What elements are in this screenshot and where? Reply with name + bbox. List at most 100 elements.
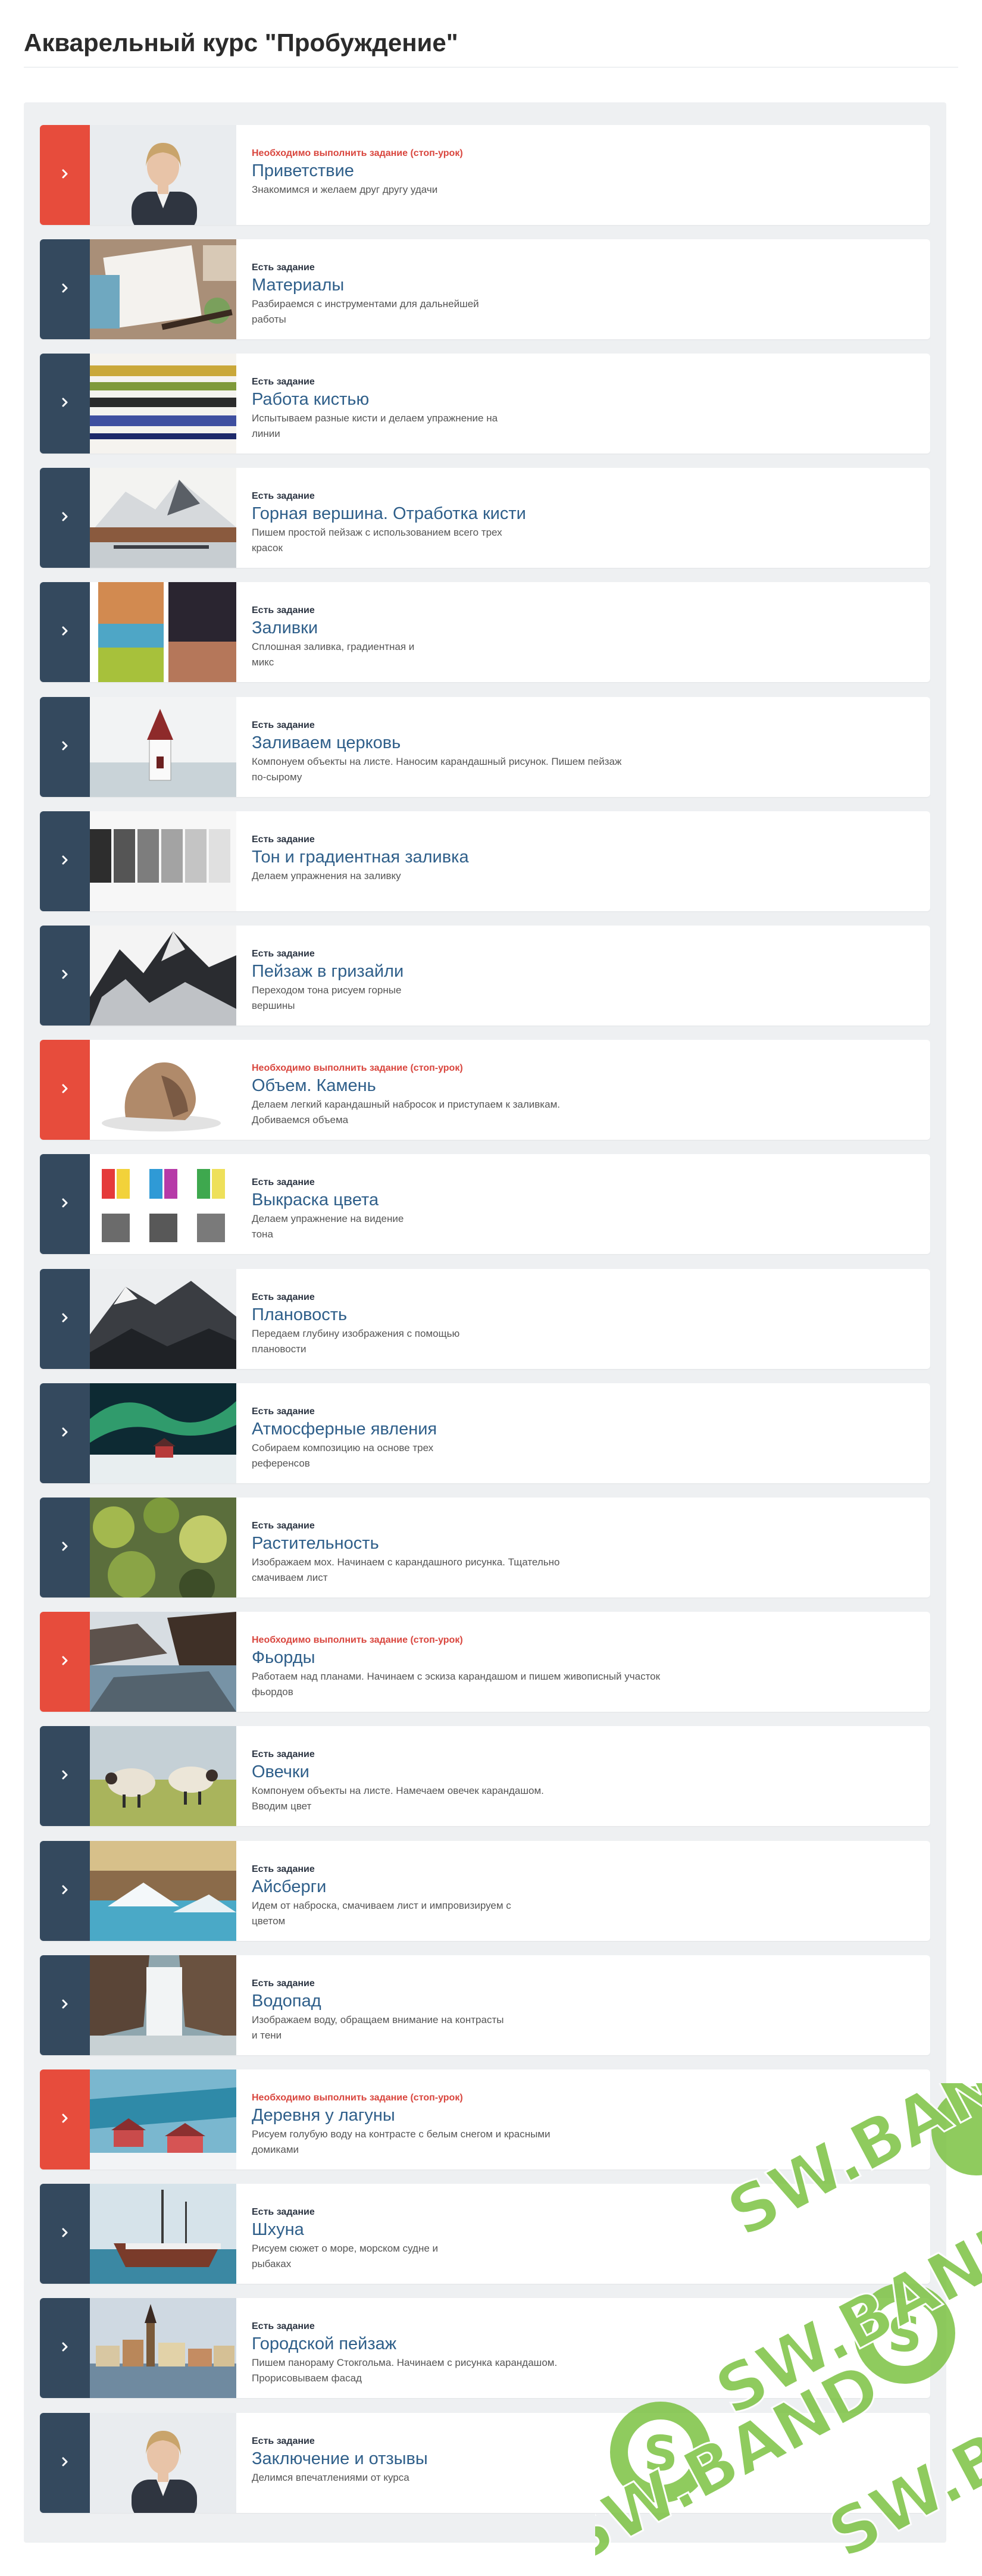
lesson-title[interactable]: Выкраска цвета [252, 1190, 912, 1210]
lesson-card[interactable]: Есть задание Тон и градиентная заливка Дел… [40, 811, 930, 911]
lesson-title[interactable]: Заключение и отзывы [252, 2449, 912, 2469]
lesson-thumbnail[interactable] [90, 582, 236, 682]
lesson-card[interactable]: Есть задание Растительность Изображаем мох… [40, 1498, 930, 1598]
lesson-description: Собираем композицию на основе трех рефер… [252, 1442, 434, 1469]
lesson-open-button[interactable] [40, 811, 90, 911]
village-thumbnail-image [90, 2069, 236, 2169]
lesson-card[interactable]: Есть задание Работа кистью Испытываем разн… [40, 354, 930, 454]
lesson-card[interactable]: Есть задание Городской пейзаж Пишем панора… [40, 2298, 930, 2398]
lesson-open-button[interactable] [40, 1955, 90, 2055]
lesson-open-button[interactable] [40, 354, 90, 454]
lesson-title[interactable]: Материалы [252, 275, 912, 295]
lesson-thumbnail[interactable] [90, 1841, 236, 1941]
lesson-title[interactable]: Тон и градиентная заливка [252, 847, 912, 867]
lesson-thumbnail[interactable] [90, 697, 236, 797]
lesson-open-button[interactable] [40, 1612, 90, 1712]
lesson-open-button[interactable] [40, 468, 90, 568]
lesson-open-button[interactable] [40, 2298, 90, 2398]
lesson-card[interactable]: Есть задание Атмосферные явления Собираем … [40, 1383, 930, 1483]
lesson-open-button[interactable] [40, 2413, 90, 2513]
lesson-status: Есть задание [252, 2207, 315, 2217]
lesson-open-button[interactable] [40, 1841, 90, 1941]
lesson-thumbnail[interactable] [90, 1040, 236, 1140]
lesson-title[interactable]: Атмосферные явления [252, 1419, 912, 1439]
lesson-open-button[interactable] [40, 1498, 90, 1598]
lesson-thumbnail[interactable] [90, 1726, 236, 1826]
lesson-thumbnail[interactable] [90, 1612, 236, 1712]
lesson-title[interactable]: Горная вершина. Отработка кисти [252, 504, 912, 524]
lesson-open-button[interactable] [40, 582, 90, 682]
lesson-thumbnail[interactable] [90, 125, 236, 225]
lesson-open-button[interactable] [40, 697, 90, 797]
lesson-thumbnail[interactable] [90, 354, 236, 454]
lesson-title[interactable]: Приветствие [252, 161, 912, 181]
lesson-thumbnail[interactable] [90, 239, 236, 339]
lesson-open-button[interactable] [40, 1154, 90, 1254]
lesson-card[interactable]: Необходимо выполнить задание (стоп-урок)… [40, 125, 930, 225]
lesson-card[interactable]: Есть задание Заливаем церковь Компонуем об… [40, 697, 930, 797]
lesson-card[interactable]: Есть задание Шхуна Рисуем сюжет о море, мо… [40, 2184, 930, 2284]
lesson-description: Знакомимся и желаем друг другу удачи [252, 184, 438, 195]
lesson-open-button[interactable] [40, 1040, 90, 1140]
lesson-status: Есть задание [252, 1978, 315, 1989]
lesson-card[interactable]: Есть задание Водопад Изображаем воду, обра… [40, 1955, 930, 2055]
lesson-thumbnail[interactable] [90, 926, 236, 1026]
lesson-card[interactable]: Есть задание Айсберги Идем от наброска, см… [40, 1841, 930, 1941]
lesson-open-button[interactable] [40, 239, 90, 339]
lesson-title[interactable]: Заливки [252, 618, 912, 638]
lesson-open-button[interactable] [40, 125, 90, 225]
lesson-open-button[interactable] [40, 1269, 90, 1369]
lesson-card[interactable]: Есть задание Овечки Компонуем объекты на л… [40, 1726, 930, 1826]
lesson-open-button[interactable] [40, 1383, 90, 1483]
sheep-thumbnail-image [90, 1726, 236, 1826]
lesson-title[interactable]: Заливаем церковь [252, 733, 912, 753]
city-thumbnail-image [90, 2298, 236, 2398]
lesson-title[interactable]: Пейзаж в гризайли [252, 961, 912, 981]
lesson-title[interactable]: Городской пейзаж [252, 2334, 912, 2354]
lesson-thumbnail[interactable] [90, 468, 236, 568]
lesson-card[interactable]: Есть задание Материалы Разбираемся с инстр… [40, 239, 930, 339]
lesson-open-button[interactable] [40, 2069, 90, 2169]
lesson-thumbnail[interactable] [90, 1383, 236, 1483]
lesson-title[interactable]: Деревня у лагуны [252, 2105, 912, 2125]
lesson-title[interactable]: Водопад [252, 1991, 912, 2011]
lesson-description: Идем от наброска, смачиваем лист и импро… [252, 1900, 511, 1927]
lesson-thumbnail[interactable] [90, 1955, 236, 2055]
lesson-thumbnail[interactable] [90, 1154, 236, 1254]
lesson-card[interactable]: Есть задание Заливки Сплошная заливка, гра… [40, 582, 930, 682]
lesson-title[interactable]: Шхуна [252, 2219, 912, 2240]
lesson-card[interactable]: Есть задание Выкраска цвета Делаем упражне… [40, 1154, 930, 1254]
chevron-right-icon [60, 1884, 70, 1898]
lesson-title[interactable]: Фьорды [252, 1647, 912, 1668]
lesson-card[interactable]: Необходимо выполнить задание (стоп-урок)… [40, 2069, 930, 2169]
lesson-thumbnail[interactable] [90, 811, 236, 911]
lesson-info: Есть задание Тон и градиентная заливка Дел… [252, 834, 912, 884]
lesson-thumbnail[interactable] [90, 2184, 236, 2284]
lesson-title[interactable]: Работа кистью [252, 389, 912, 409]
lesson-thumbnail[interactable] [90, 1269, 236, 1369]
lesson-thumbnail[interactable] [90, 1498, 236, 1598]
lesson-thumbnail[interactable] [90, 2298, 236, 2398]
lesson-card[interactable]: Есть задание Плановость Передаем глубину и… [40, 1269, 930, 1369]
lesson-open-button[interactable] [40, 2184, 90, 2284]
lesson-card[interactable]: Есть задание Горная вершина. Отработка ки… [40, 468, 930, 568]
lesson-open-button[interactable] [40, 926, 90, 1026]
lesson-title[interactable]: Айсберги [252, 1877, 912, 1897]
lesson-thumbnail[interactable] [90, 2413, 236, 2513]
lesson-title[interactable]: Объем. Камень [252, 1076, 912, 1096]
lesson-title[interactable]: Плановость [252, 1305, 912, 1325]
lesson-info: Есть задание Заливки Сплошная заливка, гра… [252, 605, 912, 670]
lesson-title[interactable]: Овечки [252, 1762, 912, 1782]
lesson-card[interactable]: Необходимо выполнить задание (стоп-урок)… [40, 1040, 930, 1140]
lesson-card[interactable]: Есть задание Заключение и отзывы Делимся в… [40, 2413, 930, 2513]
lesson-thumbnail[interactable] [90, 2069, 236, 2169]
lesson-card[interactable]: Есть задание Пейзаж в гризайли Переходом т… [40, 926, 930, 1026]
lesson-title[interactable]: Растительность [252, 1533, 912, 1553]
church-thumbnail-image [90, 697, 236, 797]
lesson-card[interactable]: Необходимо выполнить задание (стоп-урок)… [40, 1612, 930, 1712]
lesson-info: Есть задание Айсберги Идем от наброска, см… [252, 1864, 912, 1929]
chevron-right-icon [60, 1312, 70, 1326]
lesson-open-button[interactable] [40, 1726, 90, 1826]
lesson-description: Передаем глубину изображения с помощью п… [252, 1328, 460, 1355]
fills-thumbnail-image [90, 582, 236, 682]
